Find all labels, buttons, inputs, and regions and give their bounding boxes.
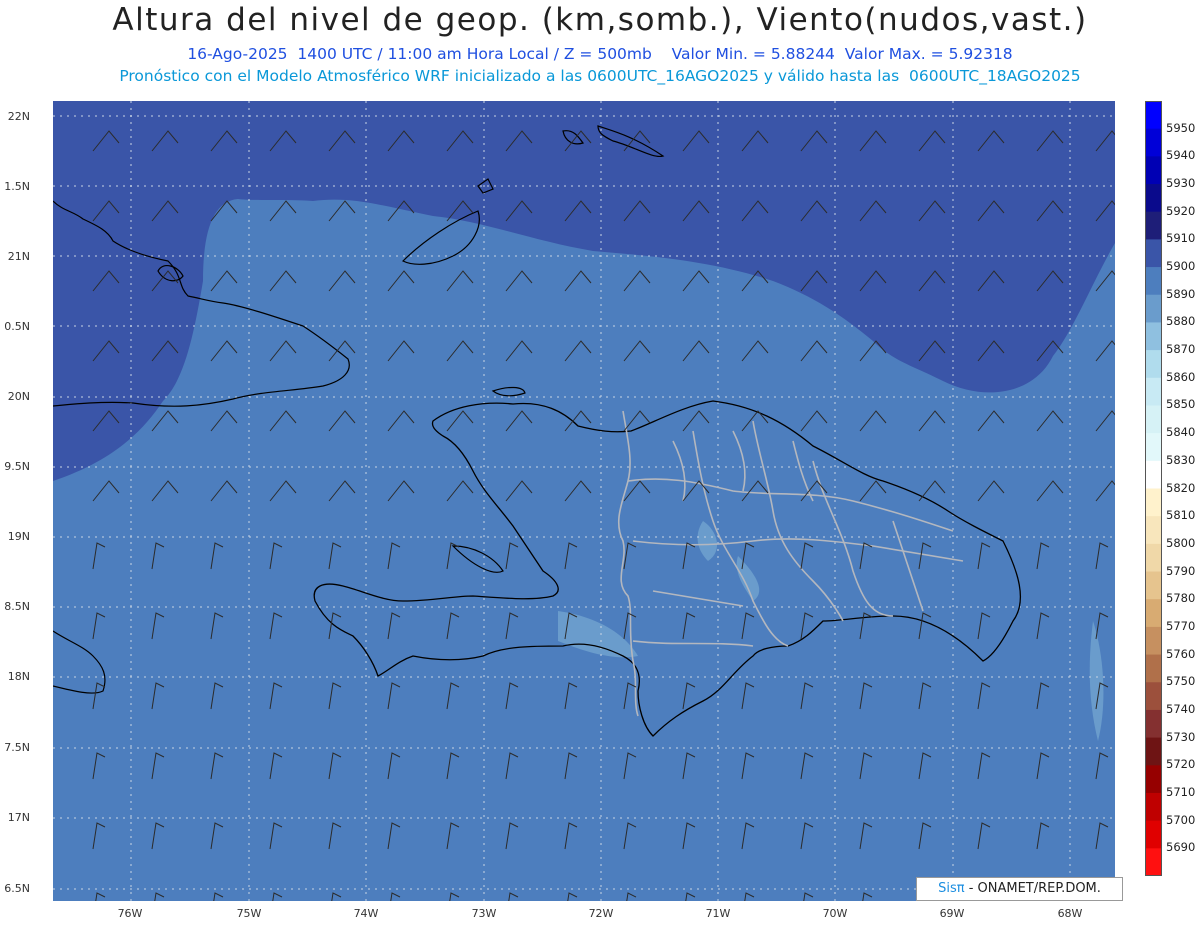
lat-label: 20N	[7, 390, 30, 403]
colorbar-swatch	[1145, 377, 1162, 406]
colorbar-swatch	[1145, 709, 1162, 739]
colorbar-swatch	[1145, 350, 1162, 379]
lon-label: 73W	[471, 907, 497, 920]
lat-label: 19N	[7, 530, 30, 543]
colorbar-tick-label: 5730	[1166, 729, 1196, 744]
lat-label: 9.5N	[4, 460, 30, 473]
colorbar	[1145, 101, 1162, 876]
colorbar-tick-label: 5840	[1166, 425, 1196, 440]
colorbar-swatch	[1145, 267, 1162, 296]
colorbar-swatch	[1145, 571, 1162, 600]
lat-label: 17N	[7, 811, 30, 824]
geopotential-map	[53, 101, 1115, 901]
colorbar-tick-label: 5720	[1166, 757, 1196, 772]
colorbar-tick-label: 5800	[1166, 535, 1196, 550]
lat-label: 21N	[7, 250, 30, 263]
lon-label: 74W	[353, 907, 379, 920]
colorbar-swatch	[1145, 654, 1162, 683]
colorbar-swatch	[1145, 765, 1162, 794]
colorbar-swatch	[1145, 239, 1162, 268]
colorbar-swatch	[1145, 294, 1162, 323]
lon-label: 76W	[117, 907, 143, 920]
colorbar-tick-label: 5950	[1166, 120, 1196, 135]
colorbar-tick-label: 5690	[1166, 840, 1196, 855]
lat-label: 1.5N	[4, 180, 30, 193]
colorbar-tick-label: 5900	[1166, 259, 1196, 274]
colorbar-swatch	[1145, 156, 1162, 185]
lon-label: 68W	[1057, 907, 1083, 920]
credit-box: Sisπ - ONAMET/REP.DOM.	[916, 877, 1123, 901]
colorbar-tick-label: 5820	[1166, 480, 1196, 495]
colorbar-swatch	[1145, 820, 1162, 849]
lat-label: 6.5N	[4, 882, 30, 895]
colorbar-tick-label: 5770	[1166, 618, 1196, 633]
colorbar-swatch	[1145, 599, 1162, 628]
colorbar-tick-label: 5870	[1166, 342, 1196, 357]
colorbar-swatch	[1145, 405, 1162, 434]
colorbar-tick-label: 5740	[1166, 701, 1196, 716]
colorbar-tick-label: 5910	[1166, 231, 1196, 246]
lat-label: 22N	[7, 110, 30, 123]
colorbar-tick-label: 5700	[1166, 812, 1196, 827]
colorbar-swatch	[1145, 184, 1162, 213]
colorbar-swatch	[1145, 488, 1162, 517]
forecast-time-line: 16-Ago-2025 1400 UTC / 11:00 am Hora Loc…	[187, 45, 1013, 63]
colorbar-swatch	[1145, 848, 1162, 876]
colorbar-tick-label: 5750	[1166, 674, 1196, 689]
colorbar-swatch	[1145, 737, 1162, 766]
colorbar-tick-label: 5880	[1166, 314, 1196, 329]
colorbar-swatch	[1145, 128, 1162, 157]
colorbar-swatch	[1145, 460, 1162, 489]
colorbar-swatch	[1145, 322, 1162, 351]
colorbar-tick-label: 5810	[1166, 508, 1196, 523]
colorbar-swatch	[1145, 792, 1162, 822]
lon-label: 72W	[588, 907, 614, 920]
colorbar-swatch	[1145, 101, 1162, 130]
sis-logo-text: Sisπ	[938, 881, 965, 896]
map-title: Altura del nivel de geop. (km,somb.), Vi…	[112, 2, 1088, 38]
colorbar-swatch	[1145, 543, 1162, 573]
lon-label: 70W	[822, 907, 848, 920]
model-info-line: Pronóstico con el Modelo Atmosférico WRF…	[119, 67, 1081, 85]
colorbar-tick-label: 5790	[1166, 563, 1196, 578]
colorbar-tick-label: 5780	[1166, 591, 1196, 606]
lon-label: 69W	[939, 907, 965, 920]
colorbar-swatch	[1145, 682, 1162, 711]
colorbar-tick-label: 5850	[1166, 397, 1196, 412]
credit-org: - ONAMET/REP.DOM.	[964, 881, 1101, 896]
colorbar-tick-label: 5940	[1166, 148, 1196, 163]
colorbar-tick-label: 5920	[1166, 203, 1196, 218]
lon-label: 71W	[705, 907, 731, 920]
colorbar-swatch	[1145, 516, 1162, 545]
colorbar-tick-label: 5710	[1166, 784, 1196, 799]
colorbar-swatch	[1145, 626, 1162, 656]
lat-label: 18N	[7, 670, 30, 683]
colorbar-swatch	[1145, 433, 1162, 462]
colorbar-swatch	[1145, 211, 1162, 240]
colorbar-tick-label: 5760	[1166, 646, 1196, 661]
colorbar-tick-label: 5860	[1166, 369, 1196, 384]
lat-label: 7.5N	[4, 741, 30, 754]
colorbar-tick-label: 5830	[1166, 452, 1196, 467]
colorbar-tick-label: 5930	[1166, 176, 1196, 191]
lat-label: 8.5N	[4, 600, 30, 613]
colorbar-tick-label: 5890	[1166, 286, 1196, 301]
lon-label: 75W	[236, 907, 262, 920]
lat-label: 0.5N	[4, 320, 30, 333]
